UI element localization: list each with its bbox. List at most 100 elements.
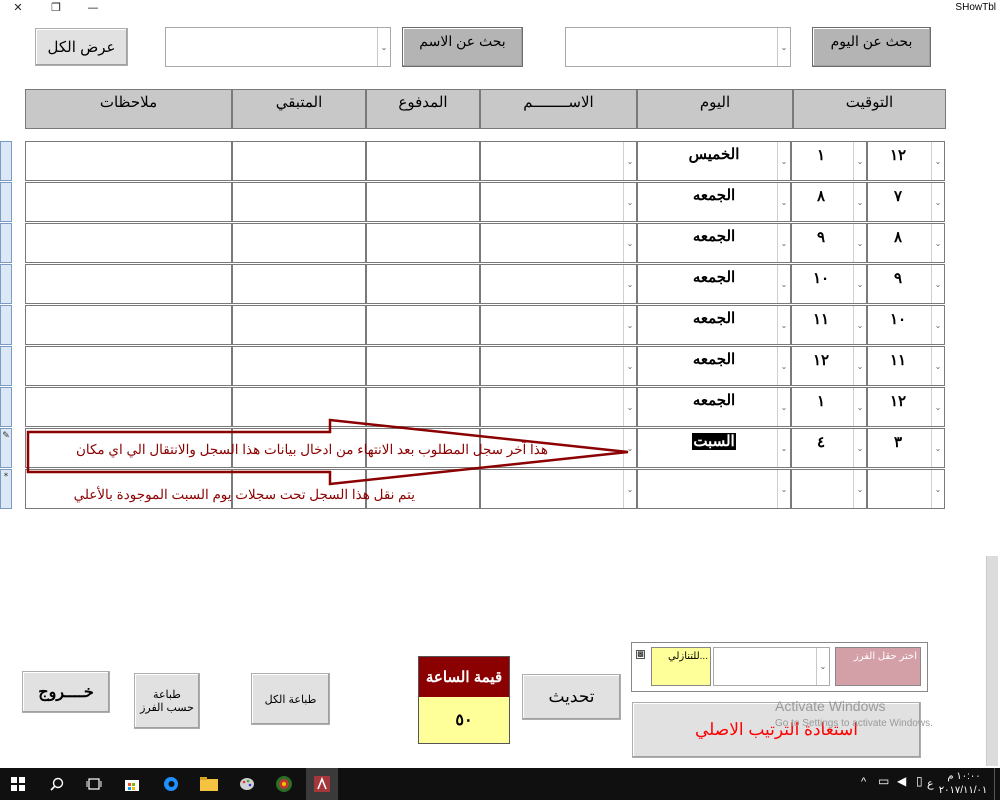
- chevron-down-icon[interactable]: ⌄: [853, 265, 866, 303]
- paid-cell[interactable]: [366, 223, 480, 263]
- name-cell[interactable]: ⌄: [480, 264, 637, 304]
- sort-order-field[interactable]: للتنازلي...: [651, 647, 711, 686]
- choose-sort-field-button[interactable]: اختر حقل الفرز: [835, 647, 921, 686]
- app-icon[interactable]: [268, 768, 300, 800]
- hour-cell[interactable]: ⌄ ١٠: [867, 305, 945, 345]
- paid-cell[interactable]: [366, 305, 480, 345]
- name-cell[interactable]: ⌄: [480, 305, 637, 345]
- hour-cell[interactable]: ⌄: [867, 469, 945, 509]
- day-cell[interactable]: ⌄: [637, 469, 791, 509]
- day-cell[interactable]: الجمعه ⌄: [637, 182, 791, 222]
- chevron-down-icon[interactable]: ⌄: [777, 224, 790, 262]
- chevron-down-icon[interactable]: ⌄: [931, 306, 944, 344]
- hour-cell[interactable]: ⌄ ١٢: [867, 387, 945, 427]
- row-selector[interactable]: [0, 305, 12, 345]
- chevron-down-icon[interactable]: ⌄: [931, 142, 944, 180]
- chevron-down-icon[interactable]: ⌄: [931, 347, 944, 385]
- clock-date[interactable]: ٢٠١٧/١١/٠١: [938, 785, 988, 796]
- chevron-down-icon[interactable]: ⌄: [931, 388, 944, 426]
- day-cell[interactable]: السبت ⌄: [637, 428, 791, 468]
- notes-cell[interactable]: [25, 346, 232, 386]
- edge-icon[interactable]: [155, 768, 187, 800]
- remaining-cell[interactable]: [232, 223, 366, 263]
- chevron-down-icon[interactable]: ⌄: [931, 429, 944, 467]
- search-name-combo[interactable]: ⌄: [165, 27, 391, 67]
- row-selector-new-icon[interactable]: *: [0, 469, 12, 509]
- show-all-button[interactable]: عرض الكل: [35, 28, 128, 66]
- row-selector-current-icon[interactable]: ✎: [0, 428, 12, 468]
- minute-cell[interactable]: ⌄ ٤: [791, 428, 867, 468]
- battery-icon[interactable]: ▯: [916, 774, 923, 788]
- name-cell[interactable]: ⌄: [480, 141, 637, 181]
- chevron-down-icon[interactable]: ⌄: [853, 429, 866, 467]
- minimize-icon[interactable]: —: [78, 0, 108, 18]
- chevron-down-icon[interactable]: ⌄: [623, 347, 636, 385]
- chevron-down-icon[interactable]: ⌄: [931, 183, 944, 221]
- chevron-down-icon[interactable]: ⌄: [777, 470, 790, 508]
- row-selector[interactable]: [0, 182, 12, 222]
- chevron-down-icon[interactable]: ⌄: [777, 28, 790, 66]
- hour-cell[interactable]: ⌄ ٩: [867, 264, 945, 304]
- notes-cell[interactable]: [25, 305, 232, 345]
- search-name-button[interactable]: بحث عن الاسم: [402, 27, 523, 67]
- print-by-sort-button[interactable]: طباعة حسب الفرز: [134, 673, 200, 729]
- chevron-down-icon[interactable]: ⌄: [777, 347, 790, 385]
- paid-cell[interactable]: [366, 346, 480, 386]
- chevron-down-icon[interactable]: ⌄: [377, 28, 390, 66]
- remaining-cell[interactable]: [232, 305, 366, 345]
- hour-rate-value[interactable]: ٥٠: [419, 697, 509, 743]
- chevron-down-icon[interactable]: ⌄: [623, 183, 636, 221]
- close-icon[interactable]: ✕: [3, 0, 33, 18]
- paint-icon[interactable]: [231, 768, 263, 800]
- chevron-down-icon[interactable]: ⌄: [777, 306, 790, 344]
- hour-cell[interactable]: ⌄ ٧: [867, 182, 945, 222]
- row-selector[interactable]: [0, 346, 12, 386]
- chevron-down-icon[interactable]: ⌄: [623, 224, 636, 262]
- paid-cell[interactable]: [366, 141, 480, 181]
- language-indicator[interactable]: ع: [927, 777, 934, 790]
- chevron-down-icon[interactable]: ⌄: [777, 142, 790, 180]
- row-selector[interactable]: [0, 387, 12, 427]
- paid-cell[interactable]: [366, 264, 480, 304]
- remaining-cell[interactable]: [232, 182, 366, 222]
- sort-field-combo[interactable]: ⌄: [713, 647, 830, 686]
- clock-time[interactable]: ١٠:٠٠ م: [944, 771, 984, 782]
- volume-icon[interactable]: ◀: [897, 774, 906, 788]
- chevron-down-icon[interactable]: ⌄: [853, 306, 866, 344]
- row-selector[interactable]: [0, 264, 12, 304]
- chevron-down-icon[interactable]: ⌄: [853, 224, 866, 262]
- task-view-icon[interactable]: [78, 768, 110, 800]
- chevron-down-icon[interactable]: ⌄: [853, 347, 866, 385]
- paid-cell[interactable]: [366, 182, 480, 222]
- day-cell[interactable]: الجمعه ⌄: [637, 387, 791, 427]
- notes-cell[interactable]: [25, 223, 232, 263]
- windows-start-icon[interactable]: [2, 768, 34, 800]
- minute-cell[interactable]: ⌄ ١١: [791, 305, 867, 345]
- minute-cell[interactable]: ⌄ ٩: [791, 223, 867, 263]
- search-day-combo[interactable]: ⌄: [565, 27, 791, 67]
- chevron-down-icon[interactable]: ⌄: [816, 648, 829, 685]
- search-day-button[interactable]: بحث عن اليوم: [812, 27, 931, 67]
- day-cell[interactable]: الجمعه ⌄: [637, 264, 791, 304]
- restore-icon[interactable]: ❐: [41, 0, 71, 18]
- remaining-cell[interactable]: [232, 264, 366, 304]
- day-cell[interactable]: الجمعه ⌄: [637, 346, 791, 386]
- chevron-down-icon[interactable]: ⌄: [853, 470, 866, 508]
- chevron-down-icon[interactable]: ⌄: [777, 183, 790, 221]
- row-selector[interactable]: [0, 141, 12, 181]
- remaining-cell[interactable]: [232, 141, 366, 181]
- chevron-down-icon[interactable]: ⌄: [853, 183, 866, 221]
- exit-button[interactable]: خــــروج: [22, 671, 110, 713]
- chevron-down-icon[interactable]: ⌄: [777, 429, 790, 467]
- file-explorer-icon[interactable]: [193, 768, 225, 800]
- chevron-down-icon[interactable]: ⌄: [623, 265, 636, 303]
- chevron-down-icon[interactable]: ⌄: [777, 388, 790, 426]
- name-cell[interactable]: ⌄: [480, 182, 637, 222]
- store-icon[interactable]: [116, 768, 148, 800]
- search-icon[interactable]: [41, 768, 73, 800]
- day-cell[interactable]: الجمعه ⌄: [637, 305, 791, 345]
- chevron-down-icon[interactable]: ⌄: [931, 224, 944, 262]
- notes-cell[interactable]: [25, 182, 232, 222]
- remaining-cell[interactable]: [232, 346, 366, 386]
- minute-cell[interactable]: ⌄ ١: [791, 141, 867, 181]
